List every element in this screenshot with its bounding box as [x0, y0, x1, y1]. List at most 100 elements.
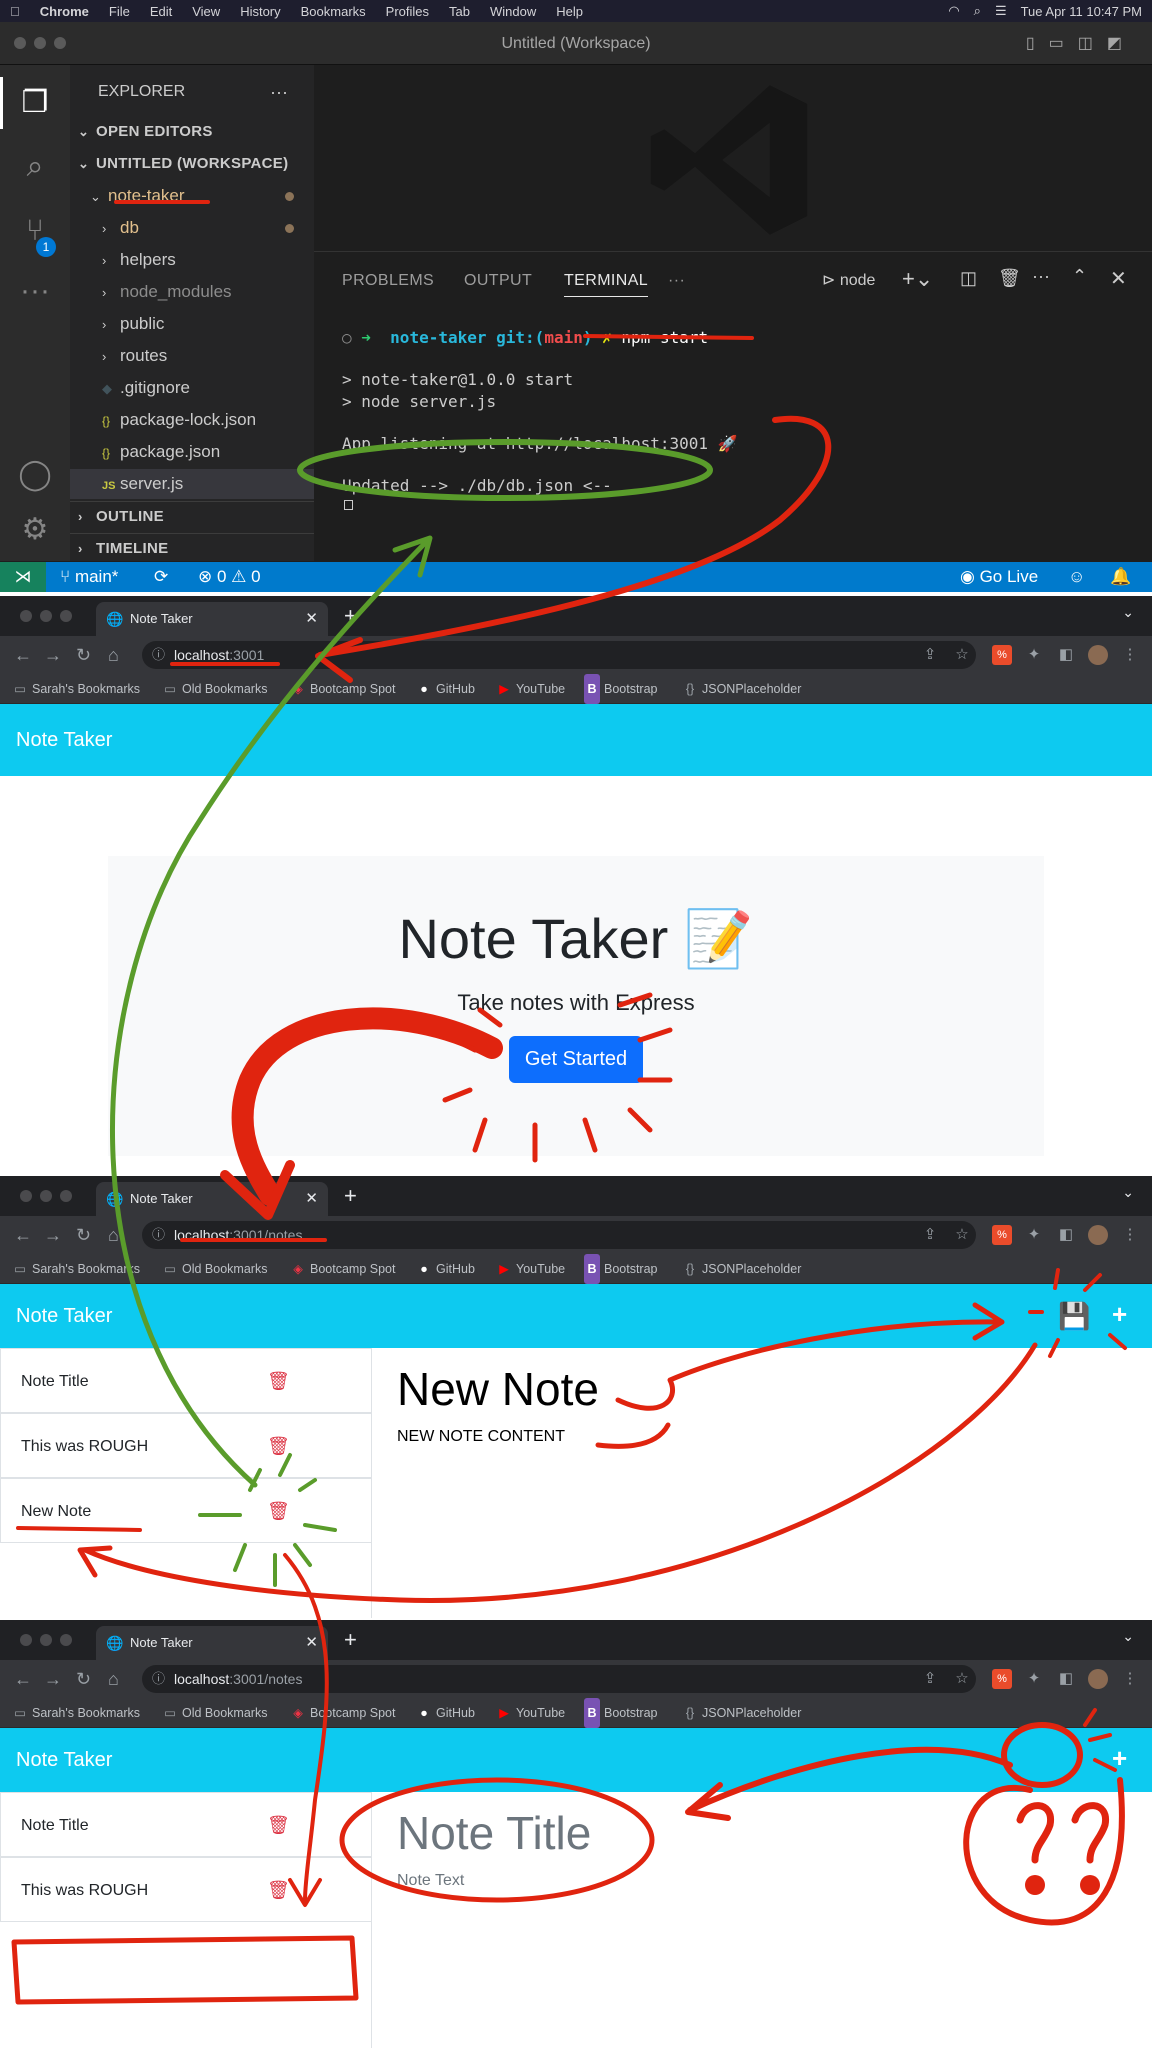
maximize-panel-icon[interactable]: ⌃ [1072, 266, 1087, 287]
address-bar[interactable]: ⓘ localhost:3001/notes [142, 1665, 976, 1693]
close-tab-icon[interactable]: ✕ [305, 1182, 318, 1216]
list-item[interactable]: This was ROUGH 🗑 [0, 1857, 372, 1922]
explorer-files-icon[interactable]: ❐ [15, 83, 55, 123]
bookmark-folder[interactable]: ▭ Sarah's Bookmarks [12, 1698, 140, 1728]
tree-item-db[interactable]: › db [70, 213, 314, 243]
list-item[interactable]: Note Title 🗑 [0, 1792, 372, 1857]
control-center-icon[interactable]: ☰ [995, 3, 1007, 19]
branch-indicator[interactable]: ⑂ main* [60, 562, 118, 592]
bookmark-link[interactable]: {} JSONPlaceholder [682, 674, 802, 704]
extension-icon[interactable]: % [992, 645, 1012, 665]
close-panel-icon[interactable]: ✕ [1110, 266, 1127, 291]
reload-button[interactable]: ↻ [76, 1222, 91, 1248]
tree-item-routes[interactable]: › routes [70, 341, 314, 371]
zoom-window-button[interactable] [60, 1634, 72, 1646]
workspace-section[interactable]: ⌄ UNTITLED (WORKSPACE) [70, 149, 314, 179]
new-note-icon[interactable]: + [1112, 1284, 1127, 1346]
back-button[interactable]: ← [14, 1222, 32, 1248]
browser-tab[interactable]: 🌐 Note Taker ✕ [96, 1182, 328, 1216]
tree-item-helpers[interactable]: › helpers [70, 245, 314, 275]
new-terminal-icon[interactable]: +⌄ [902, 266, 933, 292]
side-panel-icon[interactable]: ◧ [1056, 645, 1076, 665]
minimize-window-button[interactable] [40, 1190, 52, 1202]
browser-tab[interactable]: 🌐 Note Taker ✕ [96, 602, 328, 636]
menu-history[interactable]: History [240, 4, 280, 19]
timeline-section[interactable]: › TIMELINE [70, 533, 314, 563]
bookmark-link[interactable]: B Bootstrap [584, 1254, 658, 1284]
avatar[interactable] [1088, 1669, 1108, 1689]
tree-item-package-json[interactable]: {} package.json [70, 437, 314, 467]
bookmark-link[interactable]: {} JSONPlaceholder [682, 1698, 802, 1728]
project-folder[interactable]: ⌄ note-taker [70, 181, 314, 211]
terminal-shell-selector[interactable]: ⊳ node [822, 270, 875, 290]
chrome-menu-icon[interactable]: ⋮ [1120, 1225, 1140, 1245]
minimize-window-button[interactable] [34, 37, 46, 49]
close-window-button[interactable] [20, 1634, 32, 1646]
gear-icon[interactable]: ⚙ [15, 510, 55, 550]
forward-button[interactable]: → [44, 1222, 62, 1248]
tree-item-gitignore[interactable]: ◆ .gitignore [70, 373, 314, 403]
wifi-icon[interactable]: ◠ [948, 3, 959, 19]
note-title-input[interactable]: Note Title [397, 1806, 591, 1860]
search-icon[interactable]: ⌕ [974, 3, 981, 19]
address-bar[interactable]: ⓘ localhost:3001/notes [142, 1221, 976, 1249]
new-tab-button[interactable]: + [344, 601, 357, 631]
bookmark-star-icon[interactable]: ☆ [952, 1669, 972, 1689]
close-tab-icon[interactable]: ✕ [305, 602, 318, 636]
bookmark-link[interactable]: ◈ Bootcamp Spot [290, 1698, 395, 1728]
forward-button[interactable]: → [44, 1666, 62, 1692]
panel-more-icon[interactable]: ··· [668, 272, 685, 290]
sync-icon[interactable]: ⟳ [154, 562, 168, 592]
go-live-button[interactable]: ◉ Go Live [960, 562, 1038, 592]
bookmark-link[interactable]: ● GitHub [416, 1698, 475, 1728]
trash-icon[interactable]: 🗑 [267, 1793, 290, 1858]
bookmark-link[interactable]: ▶ YouTube [496, 674, 565, 704]
remote-icon[interactable]: ⋊ [0, 562, 46, 592]
chrome-menu-icon[interactable]: ⋮ [1120, 645, 1140, 665]
bookmark-star-icon[interactable]: ☆ [952, 1225, 972, 1245]
home-button[interactable]: ⌂ [108, 1666, 119, 1692]
zoom-window-button[interactable] [54, 37, 66, 49]
tree-item-public[interactable]: › public [70, 309, 314, 339]
bookmark-link[interactable]: B Bootstrap [584, 674, 658, 704]
menu-view[interactable]: View [192, 4, 220, 19]
bookmark-link[interactable]: B Bootstrap [584, 1698, 658, 1728]
bookmark-link[interactable]: ◈ Bootcamp Spot [290, 674, 395, 704]
share-icon[interactable]: ⇪ [920, 1225, 940, 1245]
search-icon[interactable]: ⌕ [15, 147, 55, 187]
bookmark-link[interactable]: ▶ YouTube [496, 1254, 565, 1284]
get-started-button[interactable]: Get Started [508, 1036, 644, 1083]
tab-problems[interactable]: PROBLEMS [342, 272, 434, 290]
tree-item-server-js[interactable]: JS server.js [70, 469, 314, 499]
bookmark-folder[interactable]: ▭ Old Bookmarks [162, 674, 267, 704]
tab-search-icon[interactable]: ⌄ [1122, 1628, 1134, 1645]
bookmark-link[interactable]: ● GitHub [416, 1254, 475, 1284]
navbar-brand[interactable]: Note Taker [16, 1284, 112, 1348]
apple-icon[interactable]:  [10, 4, 20, 19]
avatar[interactable] [1088, 645, 1108, 665]
back-button[interactable]: ← [14, 642, 32, 668]
avatar[interactable] [1088, 1225, 1108, 1245]
tab-search-icon[interactable]: ⌄ [1122, 604, 1134, 621]
explorer-more-icon[interactable]: ··· [270, 77, 288, 107]
panel-more-actions-icon[interactable]: ··· [1032, 266, 1050, 287]
bookmark-link[interactable]: {} JSONPlaceholder [682, 1254, 802, 1284]
extension-icon[interactable]: % [992, 1225, 1012, 1245]
close-window-button[interactable] [14, 37, 26, 49]
menu-tab[interactable]: Tab [449, 4, 470, 19]
forward-button[interactable]: → [44, 642, 62, 668]
bookmark-link[interactable]: ◈ Bootcamp Spot [290, 1254, 395, 1284]
browser-tab[interactable]: 🌐 Note Taker ✕ [96, 1626, 328, 1660]
side-panel-icon[interactable]: ◧ [1056, 1669, 1076, 1689]
feedback-icon[interactable]: ☺ [1068, 562, 1085, 592]
split-terminal-icon[interactable]: ◫ [960, 268, 977, 289]
bookmark-link[interactable]: ▶ YouTube [496, 1698, 565, 1728]
back-button[interactable]: ← [14, 1666, 32, 1692]
editor-area[interactable] [314, 65, 1152, 251]
open-editors-section[interactable]: ⌄ OPEN EDITORS [70, 117, 314, 147]
outline-section[interactable]: › OUTLINE [70, 501, 314, 531]
zoom-window-button[interactable] [60, 1190, 72, 1202]
reload-button[interactable]: ↻ [76, 642, 91, 668]
address-bar[interactable]: ⓘ localhost:3001 [142, 641, 976, 669]
trash-icon[interactable]: 🗑 [267, 1349, 290, 1414]
